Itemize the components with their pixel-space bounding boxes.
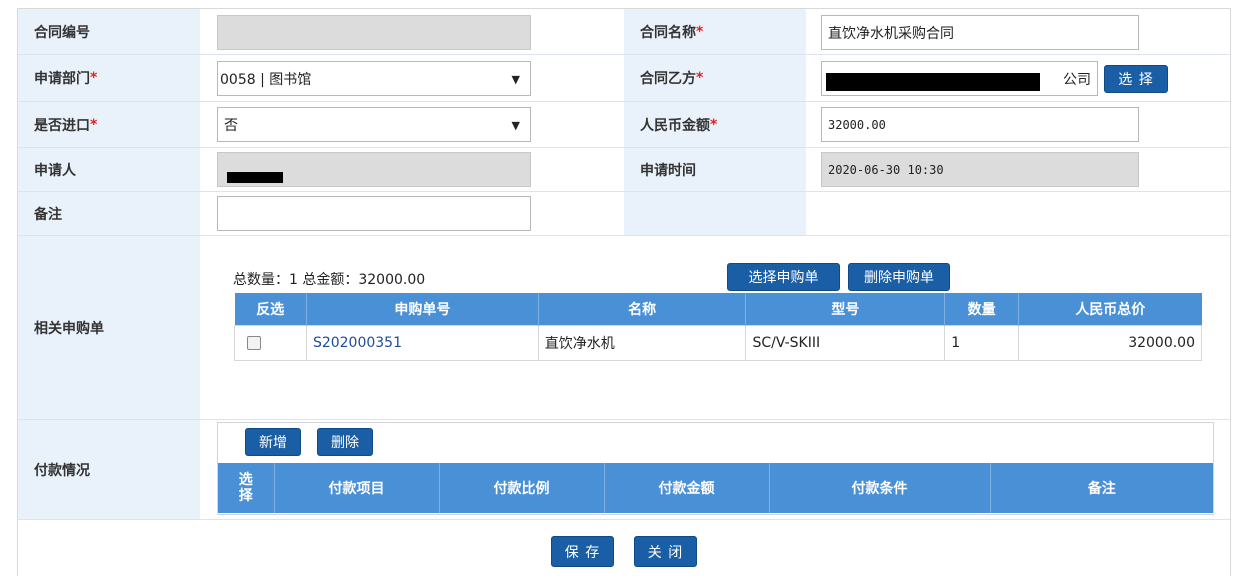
form-row-payment: 付款情况 新增 删除 选择 付款项目 付款比例 付款金额 付款条件 备注 — [18, 420, 1230, 520]
form-row-purchase: 相关申购单 总数量：1 总金额：32000.00 选择申购单 删除申购单 反选 … — [18, 236, 1230, 420]
form-row-dept: 申请部门 * 0058 | 图书馆 ▼ 合同乙方 * 公司 选 择 — [18, 55, 1230, 102]
remark-label: 备注 — [18, 192, 200, 235]
col-qty: 数量 — [944, 293, 1019, 326]
save-button[interactable]: 保 存 — [551, 536, 614, 567]
purchase-item-total: 32000.00 — [1018, 325, 1202, 361]
redaction-bar — [227, 172, 283, 183]
purchase-table-header: 反选 申购单号 名称 型号 数量 人民币总价 — [234, 293, 1202, 326]
form-row-remark: 备注 — [18, 192, 1230, 236]
purchase-section-label: 相关申购单 — [18, 236, 200, 419]
rmb-amount-field[interactable]: 32000.00 — [821, 107, 1139, 142]
col-payment-amount: 付款金额 — [603, 463, 769, 513]
contract-name-label: 合同名称 * — [624, 9, 806, 54]
purchase-no-link[interactable]: S202000351 — [305, 325, 539, 361]
rmb-amount-label: 人民币金额 * — [624, 102, 806, 147]
col-rmb-total: 人民币总价 — [1018, 293, 1202, 326]
party-b-label: 合同乙方 * — [624, 55, 806, 101]
dept-select[interactable]: 0058 | 图书馆 ▼ — [217, 61, 531, 96]
redaction-bar — [826, 73, 1040, 91]
col-purchase-no: 申购单号 — [305, 293, 539, 326]
col-payment-condition: 付款条件 — [768, 463, 990, 513]
checkbox-icon[interactable] — [247, 336, 261, 350]
col-invert-select[interactable]: 反选 — [234, 293, 307, 326]
form-row-import: 是否进口 * 否 ▼ 人民币金额 * 32000.00 — [18, 102, 1230, 148]
close-button[interactable]: 关 闭 — [634, 536, 697, 567]
caret-down-icon: ▼ — [511, 119, 520, 132]
payment-table: 选择 付款项目 付款比例 付款金额 付款条件 备注 — [218, 463, 1213, 513]
col-payment-item: 付款项目 — [273, 463, 439, 513]
col-select: 选择 — [218, 463, 274, 513]
imported-select[interactable]: 否 ▼ — [217, 107, 531, 142]
empty-label-cell — [624, 192, 806, 235]
contract-name-field[interactable]: 直饮净水机采购合同 — [821, 15, 1139, 50]
purchase-item-name: 直饮净水机 — [537, 325, 747, 361]
purchase-table: 反选 申购单号 名称 型号 数量 人民币总价 S202000351 直饮净水机 … — [234, 293, 1202, 361]
payment-section-label: 付款情况 — [18, 420, 200, 519]
col-model: 型号 — [745, 293, 945, 326]
add-payment-button[interactable]: 新增 — [245, 428, 301, 456]
select-purchase-button[interactable]: 选择申购单 — [727, 263, 840, 291]
table-row: S202000351 直饮净水机 SC/V-SKIII 1 32000.00 — [234, 325, 1202, 361]
imported-label: 是否进口 * — [18, 102, 200, 147]
payment-panel: 新增 删除 选择 付款项目 付款比例 付款金额 付款条件 备注 — [217, 422, 1214, 515]
imported-select-value: 否 — [224, 117, 238, 134]
delete-purchase-button[interactable]: 删除申购单 — [848, 263, 950, 291]
apply-time-field[interactable]: 2020-06-30 10:30 — [821, 152, 1139, 187]
remark-field[interactable] — [217, 196, 531, 231]
dept-select-value: 0058 | 图书馆 — [220, 71, 312, 88]
contract-no-label: 合同编号 — [18, 9, 200, 54]
apply-time-label: 申请时间 — [624, 148, 806, 191]
col-payment-ratio: 付款比例 — [438, 463, 604, 513]
party-b-select-button[interactable]: 选 择 — [1104, 65, 1168, 93]
caret-down-icon: ▼ — [511, 73, 520, 86]
form-row-applicant: 申请人 申请时间 2020-06-30 10:30 — [18, 148, 1230, 192]
contract-form: 合同编号 合同名称 * 直饮净水机采购合同 申请部门 * 0058 | 图书馆 ▼ … — [17, 8, 1231, 576]
col-name: 名称 — [537, 293, 746, 326]
delete-payment-button[interactable]: 删除 — [317, 428, 373, 456]
col-payment-remark: 备注 — [989, 463, 1213, 513]
purchase-summary: 总数量：1 总金额：32000.00 — [233, 272, 426, 288]
purchase-item-model: SC/V-SKIII — [745, 325, 946, 361]
purchase-item-qty: 1 — [944, 325, 1020, 361]
party-b-suffix: 公司 — [1063, 71, 1091, 88]
contract-no-field[interactable] — [217, 15, 531, 50]
form-row-contract: 合同编号 合同名称 * 直饮净水机采购合同 — [18, 9, 1230, 55]
dept-label: 申请部门 * — [18, 55, 200, 101]
applicant-label: 申请人 — [18, 148, 200, 191]
payment-table-header: 选择 付款项目 付款比例 付款金额 付款条件 备注 — [218, 463, 1213, 513]
